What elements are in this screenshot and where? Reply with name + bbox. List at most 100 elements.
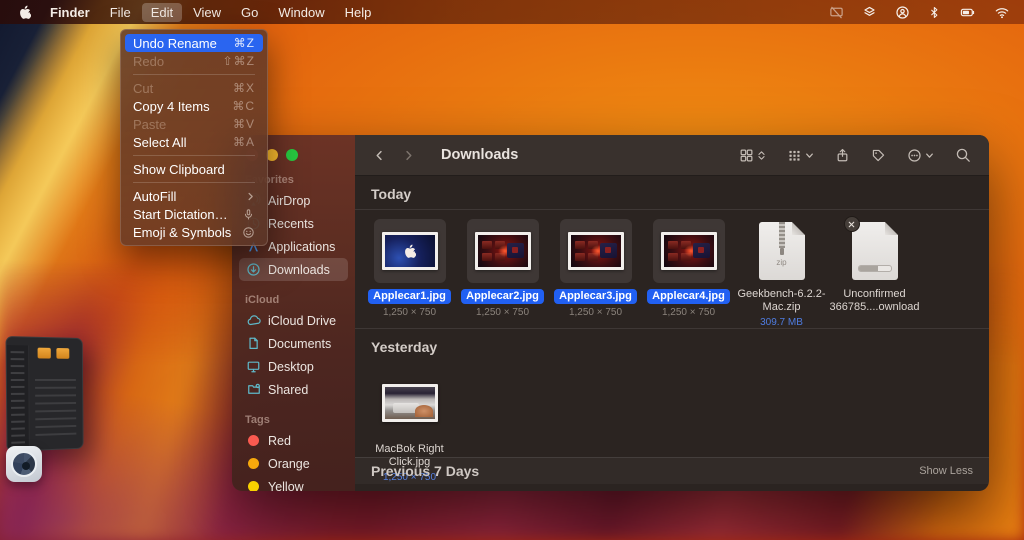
menu-item-redo: Redo⇧⌘Z xyxy=(125,52,263,70)
file-item-applecar4-jpg[interactable]: Applecar4.jpg1,250 × 750 xyxy=(644,219,733,318)
bluetooth-status-icon[interactable] xyxy=(928,5,941,20)
mic-icon xyxy=(242,208,255,221)
updown-icon xyxy=(757,149,766,162)
emoji-icon xyxy=(242,226,255,239)
menu-item-show-clipboard[interactable]: Show Clipboard xyxy=(125,160,263,178)
menu-divider xyxy=(133,74,255,75)
back-button[interactable] xyxy=(373,149,386,162)
sidebar-item-downloads[interactable]: Downloads xyxy=(239,258,348,281)
menu-item-copy-4-items[interactable]: Copy 4 Items ⌘C xyxy=(125,97,263,115)
sidebar-item-label: Orange xyxy=(268,457,310,471)
menu-item-autofill[interactable]: AutoFill xyxy=(125,187,263,205)
battery-icon xyxy=(959,5,976,20)
tag-dot-icon xyxy=(245,458,262,469)
file-item-unconfirmed-366785-ownload[interactable]: Unconfirmed 366785....ownload xyxy=(830,219,919,314)
file-thumbnail xyxy=(467,219,539,283)
menu-item-select-all[interactable]: Select All⌘A xyxy=(125,133,263,151)
download-progress-bar xyxy=(858,265,892,272)
sidebar-item-label: Yellow xyxy=(268,480,304,492)
menubar-item-view[interactable]: View xyxy=(184,3,230,22)
more-button[interactable] xyxy=(907,148,934,163)
sidebar-section-icloud: iCloud xyxy=(245,294,355,306)
layers-status-icon[interactable] xyxy=(862,5,877,20)
tag-button[interactable] xyxy=(871,148,886,163)
sidebar-item-yellow[interactable]: Yellow xyxy=(239,475,348,491)
display-off-status-icon[interactable] xyxy=(829,5,844,20)
grid4-icon xyxy=(739,148,754,163)
menubar-item-help[interactable]: Help xyxy=(336,3,381,22)
file-thumbnail xyxy=(560,219,632,283)
menubar-item-window[interactable]: Window xyxy=(269,3,333,22)
tag-dot-icon xyxy=(245,435,262,446)
sidebar-item-label: iCloud Drive xyxy=(268,314,336,328)
sidebar-item-icloud-drive[interactable]: iCloud Drive xyxy=(239,309,348,332)
sidebar-item-shared[interactable]: Shared xyxy=(239,378,348,401)
wifi-status-icon[interactable] xyxy=(994,5,1010,20)
folder-thumb-icon xyxy=(38,348,51,359)
document-icon xyxy=(245,336,262,351)
sidebar-item-desktop[interactable]: Desktop xyxy=(239,355,348,378)
section-header-yesterday: Yesterday xyxy=(355,329,989,362)
apple-logo-art-icon xyxy=(403,244,416,259)
group-by-button[interactable] xyxy=(787,148,814,163)
stage-app-icon[interactable] xyxy=(6,446,42,482)
menu-item-cut: Cut⌘X xyxy=(125,79,263,97)
zip-label: zip xyxy=(759,258,805,267)
apple-menu-icon[interactable] xyxy=(14,5,39,20)
download-file-icon xyxy=(852,222,898,280)
show-less-button[interactable]: Show Less xyxy=(919,465,973,477)
sidebar-item-documents[interactable]: Documents xyxy=(239,332,348,355)
menubar-item-go[interactable]: Go xyxy=(232,3,267,22)
file-item-geekbench-6-2-2-mac-zip[interactable]: zipGeekbench-6.2.2-Mac.zip309.7 MB xyxy=(737,219,826,328)
menu-shortcut: ⌘Z xyxy=(234,36,255,50)
menu-divider xyxy=(133,155,255,156)
forward-button[interactable] xyxy=(402,149,415,162)
sidebar-item-label: Red xyxy=(268,434,291,448)
sidebar-item-red[interactable]: Red xyxy=(239,429,348,452)
menu-shortcut: ⌘C xyxy=(232,99,255,113)
file-item-applecar1-jpg[interactable]: Applecar1.jpg1,250 × 750 xyxy=(365,219,454,318)
main-panel: Downloads TodayApplecar1.jpg1,250 × 750A… xyxy=(355,135,989,491)
chevron-down-sm-icon xyxy=(805,151,814,160)
share-button[interactable] xyxy=(835,148,850,163)
user-status-icon[interactable] xyxy=(895,5,910,20)
menu-item-paste: Paste ⌘V xyxy=(125,115,263,133)
menu-item-start-dictation[interactable]: Start Dictation… xyxy=(125,205,263,223)
battery-status-icon[interactable] xyxy=(959,5,976,20)
file-meta: 1,250 × 750 xyxy=(476,307,529,318)
menu-bar: FinderFileEditViewGoWindowHelp xyxy=(0,0,1024,24)
file-item-applecar2-jpg[interactable]: Applecar2.jpg 1,250 × 750 xyxy=(458,219,547,318)
sidebar-item-label: Desktop xyxy=(268,360,314,374)
menu-item-label: Copy 4 Items xyxy=(133,99,210,114)
shutter-glyph-icon xyxy=(11,451,37,477)
menu-item-label: Undo Rename xyxy=(133,36,217,51)
file-item-applecar3-jpg[interactable]: Applecar3.jpg1,250 × 750 xyxy=(551,219,640,318)
file-meta: 309.7 MB xyxy=(760,317,803,328)
downloads-icon xyxy=(245,262,262,277)
menu-item-label: Paste xyxy=(133,117,166,132)
dotgrid-icon xyxy=(787,148,802,163)
menu-shortcut: ⌘V xyxy=(233,117,255,131)
stage-manager-thumbnail[interactable] xyxy=(5,336,83,452)
menubar-item-finder[interactable]: Finder xyxy=(41,3,99,22)
view-grid-button[interactable] xyxy=(739,148,766,163)
file-meta: 1,250 × 750 xyxy=(662,307,715,318)
zip-file-icon: zip xyxy=(759,222,805,280)
sidebar-item-orange[interactable]: Orange xyxy=(239,452,348,475)
user-icon xyxy=(895,5,910,20)
menu-item-undo-rename[interactable]: Undo Rename ⌘Z xyxy=(125,34,263,52)
menubar-item-file[interactable]: File xyxy=(101,3,140,22)
cancel-download-button[interactable] xyxy=(844,216,860,232)
menu-divider xyxy=(133,182,255,183)
sidebar-item-label: AirDrop xyxy=(268,194,310,208)
search-button[interactable] xyxy=(955,147,971,163)
file-name: Applecar2.jpg xyxy=(461,289,544,304)
menubar-item-edit[interactable]: Edit xyxy=(142,3,182,22)
menu-item-emoji-symbols[interactable]: Emoji & Symbols xyxy=(125,223,263,241)
sidebar-item-label: Documents xyxy=(268,337,331,351)
share-icon xyxy=(835,148,850,163)
bluetooth-icon xyxy=(928,5,941,20)
zoom-window-button[interactable] xyxy=(286,149,298,161)
menu-shortcut: ⇧⌘Z xyxy=(223,54,255,68)
shared-folder-icon xyxy=(245,382,262,397)
